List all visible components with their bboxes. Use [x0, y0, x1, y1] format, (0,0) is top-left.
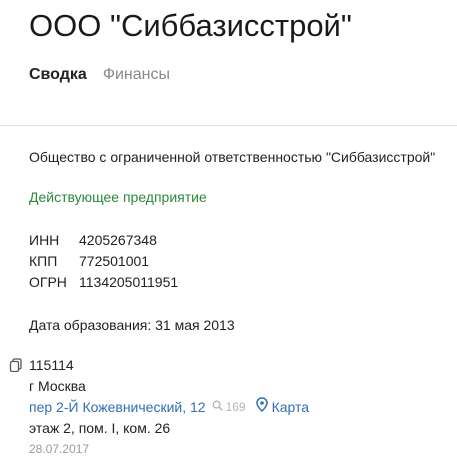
kpp-value: 772501001 [79, 253, 150, 269]
status-badge: Действующее предприятие [29, 189, 207, 205]
inn-value: 4205267348 [79, 232, 157, 248]
ogrn-value: 1134205011951 [79, 274, 179, 290]
divider [0, 125, 457, 126]
map-pin-icon [255, 397, 272, 418]
identifiers-block: ИНН 4205267348 КПП 772501001 ОГРН 113420… [29, 230, 178, 293]
tabs: Сводка Финансы [29, 65, 170, 85]
inn-row: ИНН 4205267348 [29, 230, 178, 251]
search-icon [212, 397, 226, 418]
map-link[interactable]: Карта [255, 397, 310, 418]
address-details: этаж 2, пом. I, ком. 26 [29, 420, 171, 436]
inn-label: ИНН [29, 232, 60, 248]
founded-date: Дата образования: 31 мая 2013 [29, 317, 235, 333]
ogrn-row: ОГРН 1134205011951 [29, 272, 178, 293]
kpp-label: КПП [29, 253, 58, 269]
address-block: 115114 г Москва пер 2-Й Кожевнический, 1… [29, 355, 309, 458]
street-link[interactable]: пер 2-Й Кожевнический, 12 [29, 397, 206, 418]
postal-code: 115114 [29, 357, 74, 373]
address-search-count[interactable]: 169 [212, 397, 246, 418]
company-full-name: Общество с ограниченной ответственностью… [29, 149, 436, 165]
page-title: ООО "Сиббазисстрой" [29, 8, 352, 43]
search-count-value: 169 [225, 400, 246, 414]
address-date: 28.07.2017 [29, 442, 90, 456]
kpp-row: КПП 772501001 [29, 251, 178, 272]
copy-icon[interactable] [9, 358, 23, 373]
map-link-label: Карта [271, 399, 310, 415]
tab-summary[interactable]: Сводка [29, 65, 87, 85]
tab-finance[interactable]: Финансы [103, 65, 170, 85]
address-city: г Москва [29, 378, 86, 394]
ogrn-label: ОГРН [29, 274, 67, 290]
street-row: пер 2-Й Кожевнический, 12 169 Карта [29, 397, 309, 418]
